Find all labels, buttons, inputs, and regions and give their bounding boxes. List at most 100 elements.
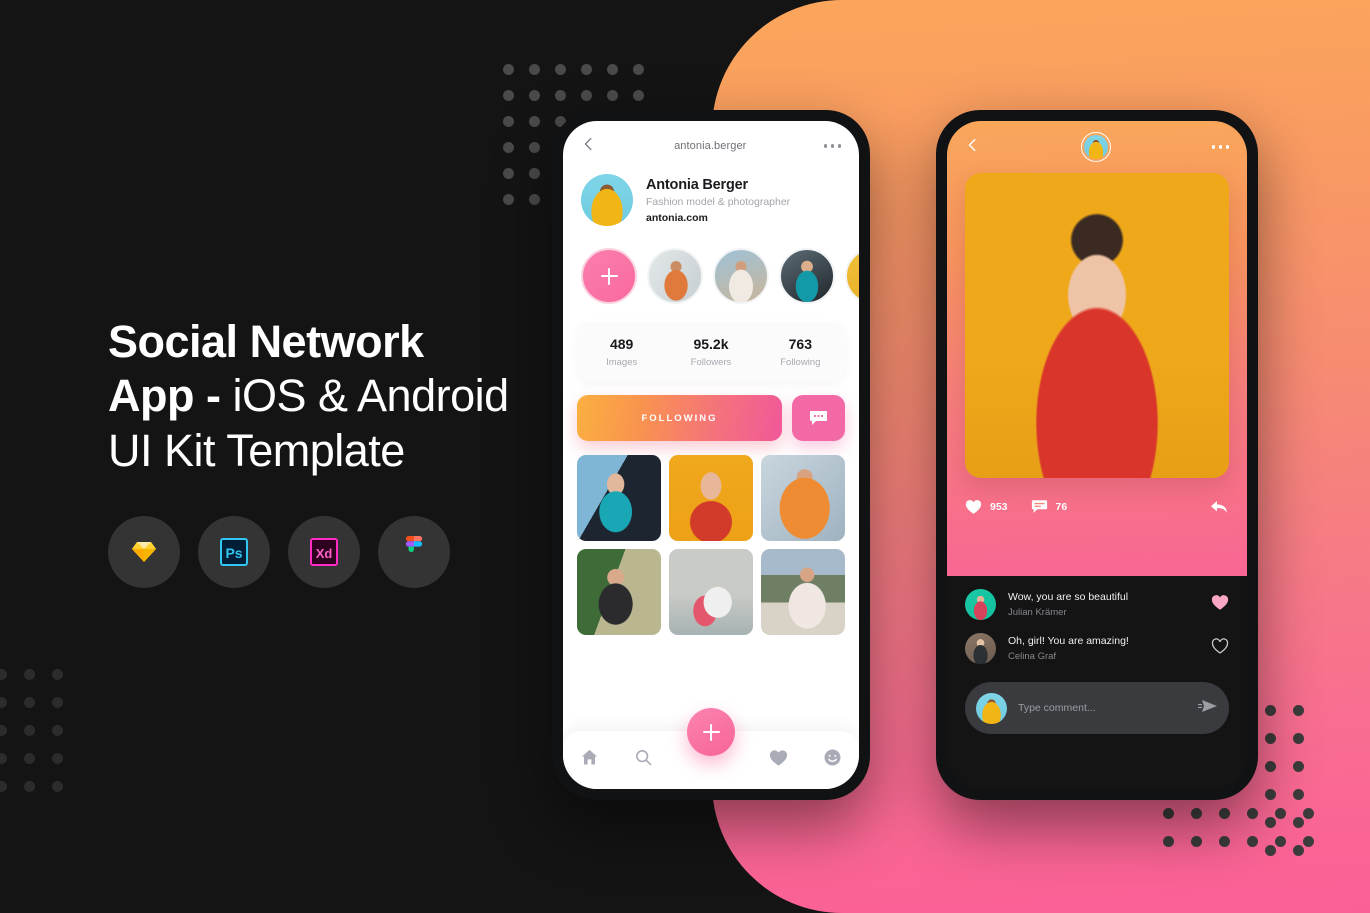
decorative-dot <box>1275 836 1286 847</box>
more-options-button[interactable] <box>1211 145 1229 149</box>
avatar-image <box>1084 135 1109 159</box>
stat-value: 489 <box>609 336 634 352</box>
back-button[interactable] <box>581 136 597 157</box>
comment-row[interactable]: Wow, you are so beautiful Julian Krämer <box>947 576 1247 620</box>
grid-photo[interactable] <box>669 549 753 635</box>
comment-like-button[interactable] <box>1211 594 1229 616</box>
tab-likes[interactable] <box>769 749 788 772</box>
back-button[interactable] <box>965 137 981 158</box>
heart-icon <box>770 749 788 766</box>
comment-author: Celina Graf <box>1008 651 1057 662</box>
photo-grid <box>563 441 859 635</box>
figma-badge[interactable] <box>378 516 450 588</box>
hero-copy: Social Network App - iOS & Android UI Ki… <box>108 316 628 478</box>
decorative-dot <box>529 168 540 179</box>
tab-home[interactable] <box>580 748 599 772</box>
share-action[interactable] <box>1209 498 1229 516</box>
decorative-dot <box>1265 705 1276 716</box>
post-image[interactable] <box>965 173 1229 478</box>
profile-header: Antonia Berger Fashion model & photograp… <box>563 171 859 226</box>
phone-profile: antonia.berger Antonia Berger Fashion mo… <box>552 110 870 800</box>
story-item[interactable] <box>647 248 703 304</box>
decorative-dot <box>555 64 566 75</box>
decorative-dot <box>52 753 63 764</box>
home-icon <box>582 749 598 765</box>
message-button[interactable] <box>792 395 845 441</box>
profile-website[interactable]: antonia.com <box>646 212 790 224</box>
profile-identity: Antonia Berger Fashion model & photograp… <box>646 177 790 224</box>
decorative-dot <box>555 90 566 101</box>
commenter-avatar <box>965 589 996 620</box>
hero-line-2-bold: App - <box>108 370 221 421</box>
stat-images[interactable]: 489 Images <box>577 336 666 368</box>
grid-photo[interactable] <box>761 549 845 635</box>
like-action[interactable]: 953 <box>965 499 1008 515</box>
decorative-dot <box>529 194 540 205</box>
comment-count: 76 <box>1055 501 1068 513</box>
add-story-button[interactable] <box>581 248 637 304</box>
decorative-dot <box>52 781 63 792</box>
comment-row[interactable]: Oh, girl! You are amazing! Celina Graf <box>947 620 1247 664</box>
comment-composer[interactable]: Type comment... <box>965 682 1229 734</box>
photoshop-badge[interactable]: Ps <box>198 516 270 588</box>
profile-bio: Fashion model & photographer <box>646 195 791 208</box>
adobe-xd-icon: Xd <box>310 538 338 566</box>
story-item[interactable] <box>779 248 835 304</box>
grid-photo[interactable] <box>577 549 661 635</box>
grid-photo[interactable] <box>577 455 661 541</box>
grid-photo[interactable] <box>761 455 845 541</box>
comment-like-button[interactable] <box>1211 637 1229 660</box>
stat-label: Images <box>606 357 638 368</box>
sketch-badge[interactable] <box>108 516 180 588</box>
decorative-dot <box>1303 808 1314 819</box>
decorative-dot <box>0 781 7 792</box>
post-actions: 953 76 <box>947 478 1247 516</box>
decorative-dot <box>24 697 35 708</box>
story-item[interactable] <box>845 248 859 304</box>
decorative-dot <box>24 669 35 680</box>
stat-label: Following <box>780 357 821 368</box>
decorative-dot <box>607 64 618 75</box>
decorative-dot <box>1293 761 1304 772</box>
decorative-dot <box>1191 836 1202 847</box>
tab-search[interactable] <box>634 748 653 772</box>
hero-line-2: App - iOS & Android <box>108 368 628 424</box>
profile-icon <box>824 749 841 766</box>
more-options-button[interactable] <box>823 144 841 148</box>
decorative-dot <box>1247 808 1258 819</box>
send-icon <box>1198 699 1217 712</box>
decorative-dot <box>0 697 7 708</box>
stories-row[interactable] <box>563 226 859 304</box>
story-item[interactable] <box>713 248 769 304</box>
decorative-dot <box>1303 836 1314 847</box>
grid-photo[interactable] <box>669 455 753 541</box>
hero-line-1: Social Network <box>108 316 424 367</box>
send-button[interactable] <box>1198 698 1218 719</box>
stat-following[interactable]: 763 Following <box>756 336 845 368</box>
stat-followers[interactable]: 95.2k Followers <box>666 336 755 368</box>
decorative-dot <box>52 725 63 736</box>
comment-input[interactable]: Type comment... <box>1018 702 1187 714</box>
following-button[interactable]: FOLLOWING <box>577 395 782 441</box>
stat-label: Followers <box>690 357 732 368</box>
decorative-dot <box>0 725 7 736</box>
post-screen: 953 76 Wow, you are so beautiful Julian … <box>947 121 1247 789</box>
decorative-dot <box>1293 789 1304 800</box>
adobe-xd-badge[interactable]: Xd <box>288 516 360 588</box>
create-post-fab[interactable] <box>687 708 735 756</box>
decorative-dot <box>0 753 7 764</box>
hero-line-2-light: iOS & Android <box>232 370 509 421</box>
photoshop-icon: Ps <box>220 538 248 566</box>
comment-body: Oh, girl! You are amazing! Celina Graf <box>1008 635 1129 662</box>
search-icon <box>635 750 651 766</box>
decorative-dot <box>1293 705 1304 716</box>
post-author-avatar[interactable] <box>1081 132 1112 162</box>
figma-icon <box>405 536 423 552</box>
comment-action[interactable]: 76 <box>1031 499 1068 515</box>
comment-author: Julian Krämer <box>1008 607 1067 618</box>
tab-profile[interactable] <box>823 748 842 772</box>
decorative-dot <box>529 142 540 153</box>
decorative-dot <box>1163 808 1174 819</box>
composer-avatar <box>976 692 1007 724</box>
decorative-dot <box>529 90 540 101</box>
